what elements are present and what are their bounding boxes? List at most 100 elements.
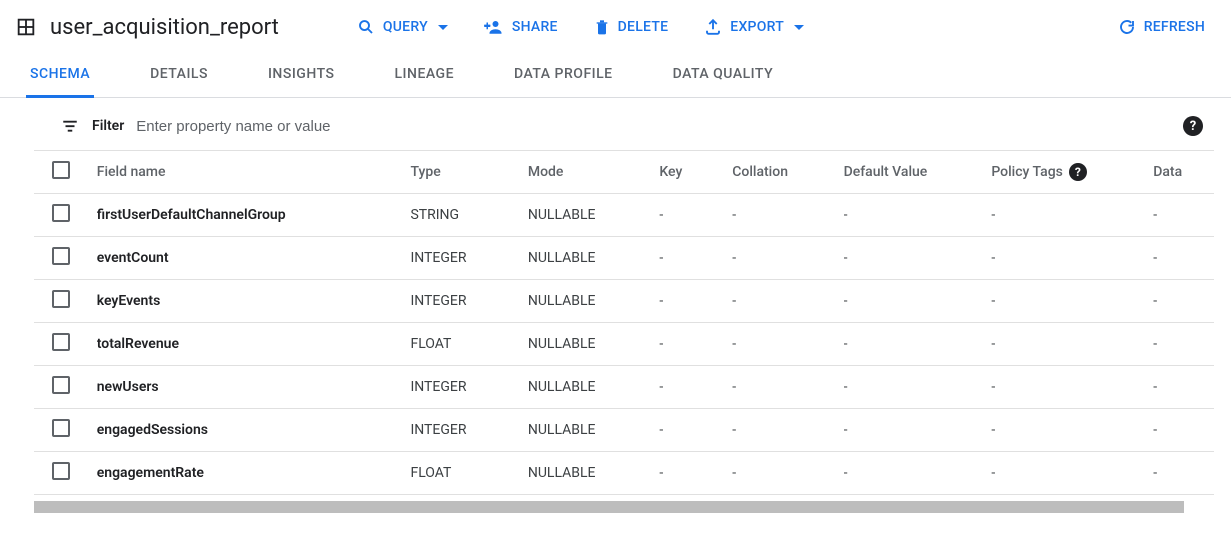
field-type: INTEGER (410, 409, 527, 452)
header-bar: user_acquisition_report QUERY SHARE DELE… (0, 0, 1231, 54)
col-mode[interactable]: Mode (528, 151, 660, 194)
field-name: eventCount (97, 237, 411, 280)
person-add-icon (484, 18, 504, 36)
tab-details[interactable]: DETAILS (146, 54, 212, 98)
col-policy[interactable]: Policy Tags? (991, 151, 1153, 194)
field-mode: NULLABLE (528, 452, 660, 495)
field-mode: NULLABLE (528, 280, 660, 323)
table-row: engagementRateFLOATNULLABLE----- (34, 452, 1214, 495)
field-name: engagementRate (97, 452, 411, 495)
delete-button[interactable]: DELETE (588, 14, 675, 40)
field-datapolicy: - (1153, 366, 1214, 409)
export-label: EXPORT (730, 19, 784, 35)
field-datapolicy: - (1153, 323, 1214, 366)
help-icon[interactable]: ? (1183, 116, 1203, 136)
field-default: - (844, 237, 992, 280)
row-checkbox[interactable] (52, 290, 70, 308)
horizontal-scrollbar[interactable] (34, 501, 1184, 513)
row-checkbox[interactable] (52, 247, 70, 265)
share-button[interactable]: SHARE (478, 14, 564, 40)
field-datapolicy: - (1153, 409, 1214, 452)
select-all-checkbox[interactable] (52, 161, 70, 179)
query-label: QUERY (383, 19, 428, 35)
field-mode: NULLABLE (528, 323, 660, 366)
col-collation[interactable]: Collation (732, 151, 843, 194)
col-default[interactable]: Default Value (844, 151, 992, 194)
field-type: FLOAT (410, 452, 527, 495)
field-collation: - (732, 323, 843, 366)
field-key: - (659, 237, 732, 280)
row-checkbox[interactable] (52, 462, 70, 480)
field-default: - (844, 194, 992, 237)
tab-data-quality[interactable]: DATA QUALITY (669, 54, 778, 98)
table-row: totalRevenueFLOATNULLABLE----- (34, 323, 1214, 366)
tab-insights[interactable]: INSIGHTS (264, 54, 339, 98)
table-row: firstUserDefaultChannelGroupSTRINGNULLAB… (34, 194, 1214, 237)
col-policy-label: Policy Tags (991, 164, 1063, 180)
row-checkbox[interactable] (52, 333, 70, 351)
field-name: keyEvents (97, 280, 411, 323)
export-button[interactable]: EXPORT (698, 14, 810, 40)
field-datapolicy: - (1153, 194, 1214, 237)
row-checkbox[interactable] (52, 376, 70, 394)
field-type: STRING (410, 194, 527, 237)
field-type: INTEGER (410, 237, 527, 280)
page-title: user_acquisition_report (50, 15, 279, 40)
filter-input[interactable] (136, 118, 1171, 135)
tab-schema[interactable]: SCHEMA (26, 54, 94, 98)
field-default: - (844, 366, 992, 409)
col-key[interactable]: Key (659, 151, 732, 194)
table-row: keyEventsINTEGERNULLABLE----- (34, 280, 1214, 323)
field-policy: - (991, 194, 1153, 237)
tabs: SCHEMA DETAILS INSIGHTS LINEAGE DATA PRO… (0, 54, 1231, 98)
field-collation: - (732, 452, 843, 495)
field-mode: NULLABLE (528, 409, 660, 452)
help-icon[interactable]: ? (1069, 163, 1087, 181)
col-datapolicy[interactable]: Data (1153, 151, 1214, 194)
refresh-label: REFRESH (1144, 19, 1205, 35)
export-icon (704, 18, 722, 36)
col-type[interactable]: Type (410, 151, 527, 194)
field-datapolicy: - (1153, 280, 1214, 323)
action-row: QUERY SHARE DELETE EXPORT REFRESH (351, 14, 1211, 40)
field-mode: NULLABLE (528, 194, 660, 237)
field-key: - (659, 452, 732, 495)
field-default: - (844, 409, 992, 452)
field-collation: - (732, 366, 843, 409)
field-default: - (844, 280, 992, 323)
field-default: - (844, 452, 992, 495)
field-policy: - (991, 409, 1153, 452)
filter-icon (60, 117, 80, 135)
table-row: engagedSessionsINTEGERNULLABLE----- (34, 409, 1214, 452)
field-key: - (659, 366, 732, 409)
field-policy: - (991, 452, 1153, 495)
query-button[interactable]: QUERY (351, 14, 454, 40)
field-name: totalRevenue (97, 323, 411, 366)
table-row: newUsersINTEGERNULLABLE----- (34, 366, 1214, 409)
chevron-down-icon (794, 25, 804, 30)
schema-table: Field name Type Mode Key Collation Defau… (0, 150, 1231, 495)
row-checkbox[interactable] (52, 419, 70, 437)
field-policy: - (991, 280, 1153, 323)
tab-lineage[interactable]: LINEAGE (390, 54, 458, 98)
row-checkbox[interactable] (52, 204, 70, 222)
field-collation: - (732, 194, 843, 237)
field-policy: - (991, 366, 1153, 409)
refresh-button[interactable]: REFRESH (1112, 14, 1211, 40)
field-key: - (659, 280, 732, 323)
field-datapolicy: - (1153, 237, 1214, 280)
col-fieldname[interactable]: Field name (97, 151, 411, 194)
field-name: engagedSessions (97, 409, 411, 452)
tab-data-profile[interactable]: DATA PROFILE (510, 54, 617, 98)
field-key: - (659, 194, 732, 237)
trash-icon (594, 18, 610, 36)
field-policy: - (991, 323, 1153, 366)
table-icon (14, 15, 38, 39)
field-name: newUsers (97, 366, 411, 409)
search-icon (357, 18, 375, 36)
field-collation: - (732, 280, 843, 323)
field-type: FLOAT (410, 323, 527, 366)
refresh-icon (1118, 18, 1136, 36)
filter-bar: Filter ? (0, 98, 1231, 150)
field-mode: NULLABLE (528, 237, 660, 280)
